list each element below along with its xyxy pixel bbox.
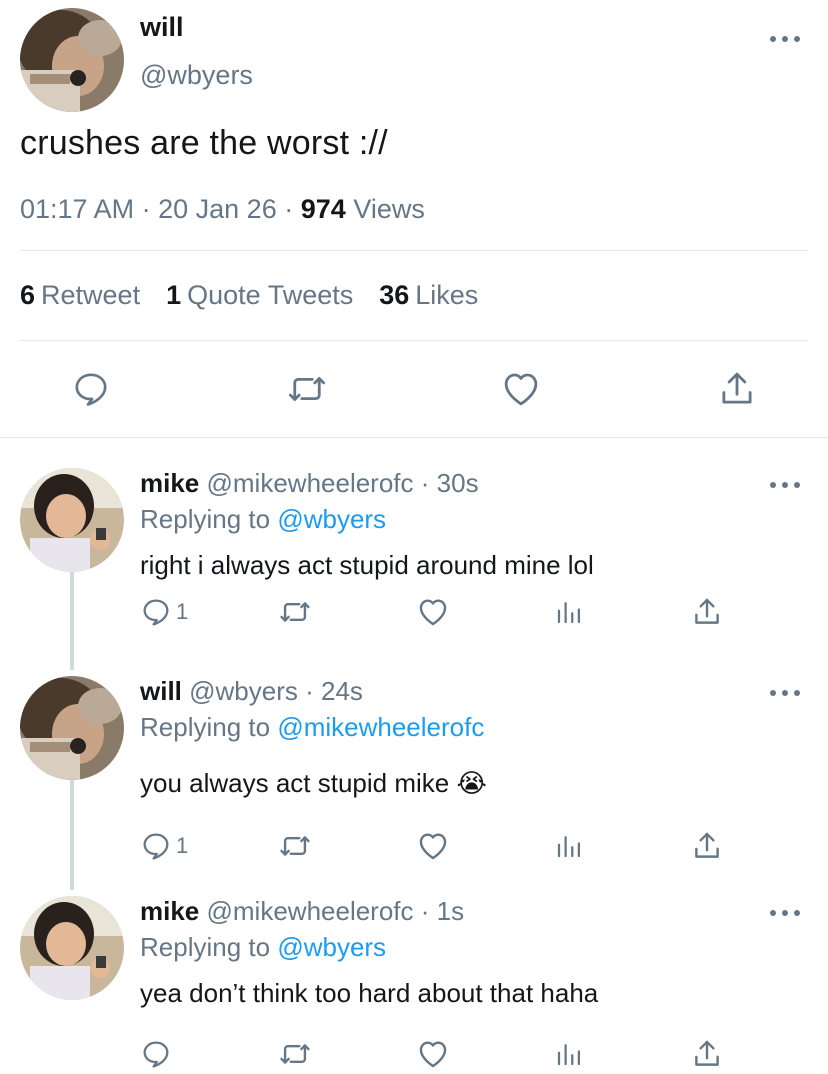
retweet-icon[interactable]: [284, 366, 330, 412]
author-handle[interactable]: @wbyers: [189, 676, 298, 706]
retweets-count: 6: [20, 280, 36, 310]
likes-stat[interactable]: 36 Likes: [379, 280, 478, 311]
tweet-date: 20 Jan 26: [158, 194, 277, 224]
tweet-age: · 24s: [305, 676, 363, 706]
share-icon[interactable]: [690, 1034, 724, 1074]
retweet-icon[interactable]: [278, 1034, 312, 1074]
more-icon[interactable]: [770, 480, 800, 490]
separator: ·: [284, 194, 294, 224]
quotes-label: Quote Tweets: [187, 280, 354, 310]
reply-actions: [0, 1034, 828, 1074]
tweet-stats: 6 Retweet 1 Quote Tweets 36 Likes: [20, 280, 478, 311]
reply-actions: 1: [0, 592, 828, 632]
tweet-text: crushes are the worst ://: [20, 124, 388, 162]
share-icon[interactable]: [690, 592, 724, 632]
author-name[interactable]: mike: [140, 896, 199, 926]
tweet-age: · 30s: [420, 468, 479, 498]
retweet-icon[interactable]: [278, 826, 312, 866]
author-name[interactable]: mike: [140, 468, 199, 498]
reply-text: right i always act stupid around mine lo…: [140, 550, 594, 580]
avatar[interactable]: [20, 896, 124, 1000]
reply-icon: [143, 1041, 169, 1068]
avatar[interactable]: [20, 676, 124, 780]
author-handle[interactable]: @mikewheelerofc: [207, 896, 414, 926]
retweets-label: Retweet: [41, 280, 141, 310]
share-icon[interactable]: [714, 366, 760, 412]
likes-count: 36: [379, 280, 410, 310]
share-icon[interactable]: [690, 826, 724, 866]
analytics-icon[interactable]: [554, 1034, 584, 1074]
author-handle[interactable]: @mikewheelerofc: [207, 468, 414, 498]
heart-icon[interactable]: [416, 1034, 450, 1074]
likes-label: Likes: [415, 280, 479, 310]
reply-count: 1: [176, 833, 189, 858]
replying-to-link[interactable]: @mikewheelerofc: [277, 712, 484, 742]
avatar[interactable]: [20, 8, 124, 112]
author-name[interactable]: will: [140, 12, 184, 43]
crying-emoji: 😭: [456, 768, 487, 798]
retweets-stat[interactable]: 6 Retweet: [20, 280, 140, 311]
replying-label: Replying to: [140, 932, 271, 962]
reply-icon: [143, 599, 169, 626]
reply-count: 1: [176, 599, 189, 624]
analytics-icon[interactable]: [554, 592, 584, 632]
replying-label: Replying to: [140, 504, 271, 534]
views-label: Views: [353, 194, 425, 224]
reply-button[interactable]: 1: [140, 826, 188, 866]
author-name[interactable]: will: [140, 676, 182, 706]
reply-icon[interactable]: [68, 366, 114, 412]
retweet-icon[interactable]: [278, 592, 312, 632]
more-icon[interactable]: [770, 908, 800, 918]
reply-text: you always act stupid mike: [140, 768, 450, 798]
quotes-stat[interactable]: 1 Quote Tweets: [166, 280, 353, 311]
separator: ·: [141, 194, 151, 224]
avatar[interactable]: [20, 468, 124, 572]
tweet-time: 01:17 AM: [20, 194, 135, 224]
more-icon[interactable]: [770, 688, 800, 698]
reply-icon: [143, 833, 169, 860]
reply-button[interactable]: 1: [140, 592, 188, 632]
replying-to-link[interactable]: @wbyers: [277, 504, 386, 534]
reply-button[interactable]: [140, 1034, 176, 1074]
divider: [20, 250, 808, 251]
tweet-age: · 1s: [420, 896, 465, 926]
reply-actions: 1: [0, 826, 828, 866]
analytics-icon[interactable]: [554, 826, 584, 866]
tweet-meta: 01:17 AM · 20 Jan 26 · 974 Views: [20, 194, 425, 225]
heart-icon[interactable]: [416, 592, 450, 632]
views-count: 974: [300, 194, 346, 224]
more-icon[interactable]: [770, 34, 800, 44]
reply-text: yea don’t think too hard about that haha: [140, 978, 599, 1008]
quotes-count: 1: [166, 280, 182, 310]
replying-to-link[interactable]: @wbyers: [277, 932, 386, 962]
divider: [0, 437, 828, 438]
divider: [20, 340, 808, 341]
replying-label: Replying to: [140, 712, 271, 742]
tweet-actions: [0, 366, 828, 412]
author-handle[interactable]: @wbyers: [140, 60, 253, 91]
heart-icon[interactable]: [416, 826, 450, 866]
heart-icon[interactable]: [498, 366, 544, 412]
